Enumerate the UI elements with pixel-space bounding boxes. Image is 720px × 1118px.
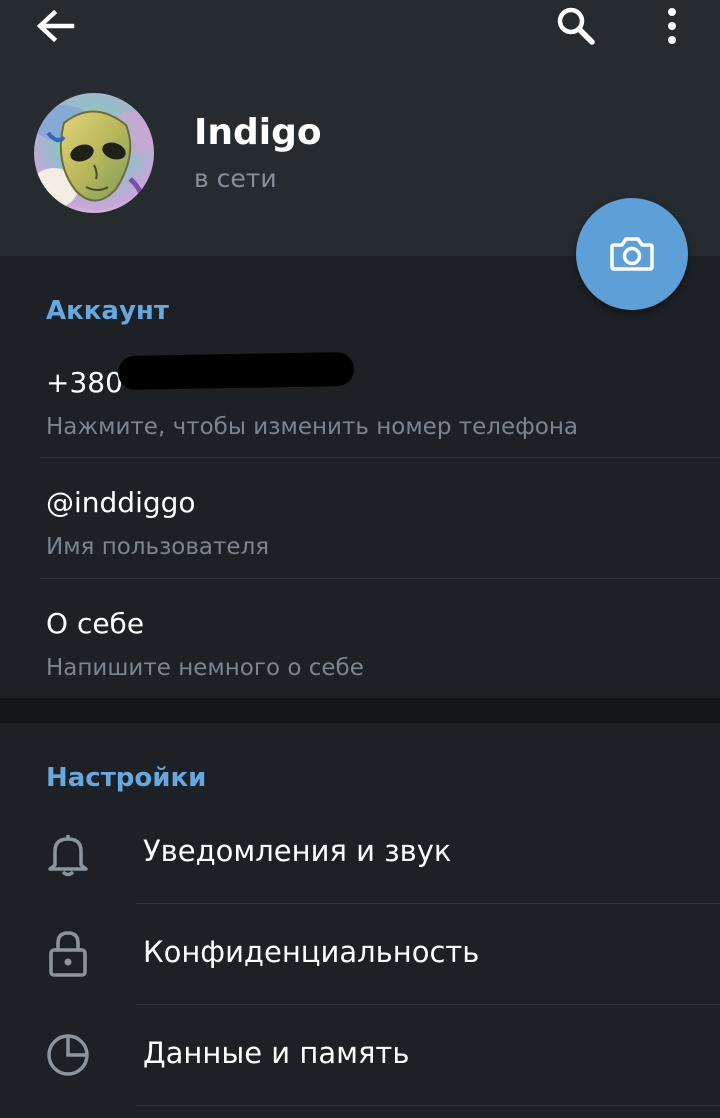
settings-item-privacy[interactable]: Конфиденциальность	[0, 904, 720, 1004]
search-icon[interactable]	[555, 5, 597, 47]
divider	[136, 1105, 720, 1106]
bell-icon	[48, 835, 88, 877]
username-hint: Имя пользователя	[46, 534, 270, 560]
account-section-title: Аккаунт	[46, 296, 169, 326]
phone-number: +380	[46, 366, 123, 399]
bio-row[interactable]: О себе Напишите немного о себе	[0, 579, 720, 699]
set-photo-button[interactable]	[576, 198, 688, 310]
account-section: Аккаунт +380 Нажмите, чтобы изменить ном…	[0, 256, 720, 698]
avatar[interactable]	[34, 93, 154, 213]
bio-hint: Напишите немного о себе	[46, 655, 364, 681]
settings-section-title: Настройки	[46, 763, 207, 793]
camera-icon	[610, 237, 654, 271]
settings-item-label: Уведомления и звук	[143, 834, 452, 868]
phone-hint: Нажмите, чтобы изменить номер телефона	[46, 414, 579, 440]
redacted-phone-mask	[117, 351, 355, 391]
username-value: @inddiggo	[46, 486, 196, 519]
pie-chart-icon	[47, 1034, 89, 1076]
settings-item-notifications[interactable]: Уведомления и звук	[0, 803, 720, 903]
profile-name: Indigo	[194, 112, 322, 153]
profile-status: в сети	[194, 164, 277, 193]
arrow-left-icon[interactable]	[34, 8, 76, 44]
settings-item-label: Данные и память	[143, 1036, 410, 1070]
bio-value: О себе	[46, 607, 145, 640]
username-row[interactable]: @inddiggo Имя пользователя	[0, 458, 720, 578]
lock-icon	[49, 931, 87, 977]
section-separator	[0, 698, 720, 723]
settings-item-data-storage[interactable]: Данные и память	[0, 1005, 720, 1105]
settings-section: Настройки Уведомления и звук Конфиденциа…	[0, 723, 720, 1118]
more-vertical-icon[interactable]	[662, 6, 682, 46]
alien-avatar-image	[34, 93, 154, 213]
phone-row[interactable]: +380 Нажмите, чтобы изменить номер телеф…	[0, 338, 720, 458]
settings-item-label: Конфиденциальность	[143, 935, 480, 969]
